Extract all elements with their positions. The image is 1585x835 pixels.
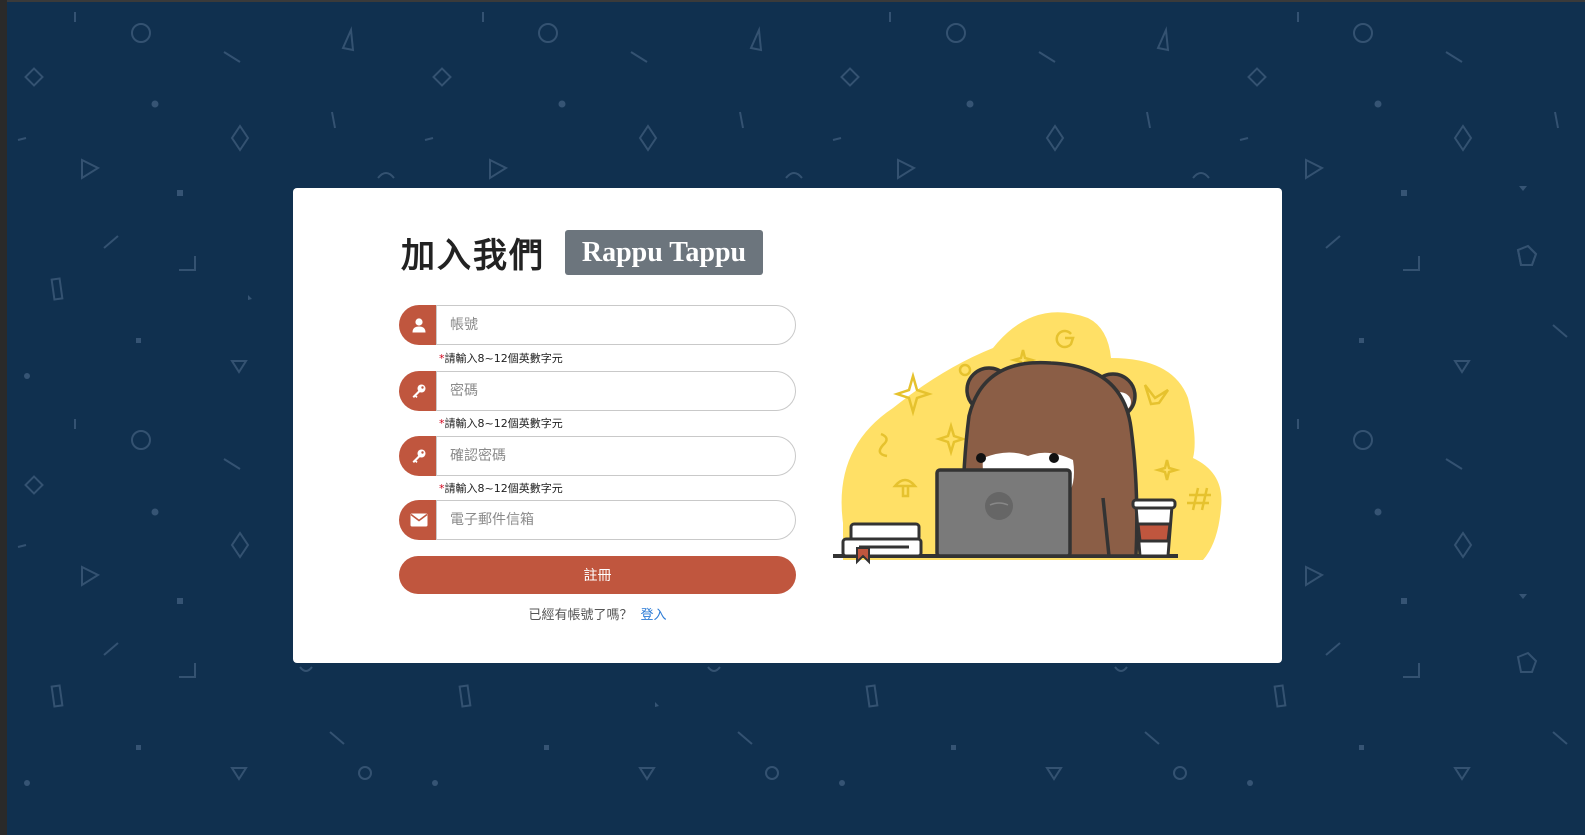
confirm-password-hint: *請輸入8~12個英數字元 (439, 482, 563, 495)
email-input[interactable] (436, 500, 796, 540)
password-input[interactable] (436, 371, 796, 411)
confirm-password-field-group (399, 436, 796, 476)
account-hint: *請輸入8~12個英數字元 (439, 352, 563, 365)
login-prompt-text: 已經有帳號了嗎？ (528, 608, 633, 623)
account-field-group (399, 305, 796, 345)
account-input[interactable] (436, 305, 796, 345)
key-icon (399, 371, 439, 411)
register-button[interactable]: 註冊 (399, 556, 796, 594)
password-field-group (399, 371, 796, 411)
password-hint: *請輸入8~12個英數字元 (439, 417, 563, 430)
page-title: 加入我們 (401, 236, 545, 276)
confirm-password-input[interactable] (436, 436, 796, 476)
key-icon (399, 436, 439, 476)
envelope-icon (399, 500, 439, 540)
bear-laptop-illustration (833, 312, 1222, 565)
signup-card: 加入我們 Rappu Tappu *請輸入8~12個英數字元 *請輸入8~12個… (293, 188, 1282, 663)
email-field-group (399, 500, 796, 540)
brand-badge: Rappu Tappu (565, 230, 763, 275)
user-icon (399, 305, 439, 345)
login-prompt-row: 已經有帳號了嗎？ 登入 (399, 604, 796, 623)
login-link[interactable]: 登入 (641, 608, 667, 623)
